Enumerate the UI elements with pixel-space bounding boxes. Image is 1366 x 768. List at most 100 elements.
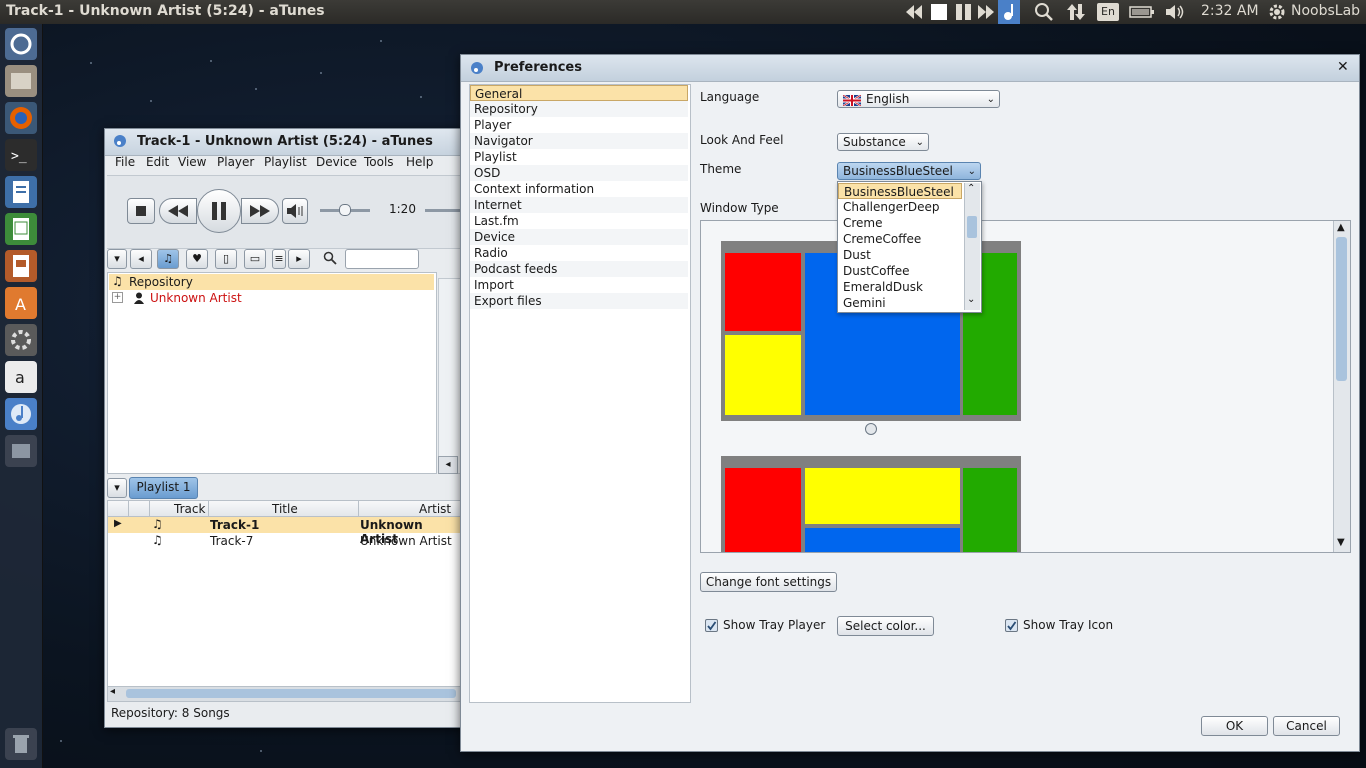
playlist-tab[interactable]: Playlist 1 [129, 477, 198, 499]
expand-icon[interactable]: + [112, 292, 123, 303]
stop-icon[interactable] [929, 2, 949, 22]
nav-device[interactable]: Device [470, 229, 688, 245]
menu-device[interactable]: Device [316, 155, 357, 169]
select-color-button[interactable]: Select color... [837, 616, 934, 636]
language-select[interactable]: English ⌄ [837, 90, 1000, 108]
calc-icon[interactable] [5, 213, 37, 245]
trash-icon[interactable] [5, 728, 37, 760]
gear-icon[interactable] [1268, 2, 1286, 22]
nav-player[interactable]: Player [470, 117, 688, 133]
menu-edit[interactable]: Edit [146, 155, 169, 169]
show-tray-icon-checkbox[interactable] [1005, 619, 1018, 632]
vertical-scrollbar[interactable]: ▲ ▼ [1333, 221, 1350, 552]
podcast-view-button[interactable]: ≡ [272, 249, 286, 269]
scrollbar-thumb[interactable] [1336, 237, 1347, 381]
nav-navigator[interactable]: Navigator [470, 133, 688, 149]
favorites-view-button[interactable]: ♥ [186, 249, 208, 269]
menu-player[interactable]: Player [217, 155, 254, 169]
user-name[interactable]: NoobsLab [1291, 3, 1360, 23]
menu-view[interactable]: View [178, 155, 206, 169]
theme-option[interactable]: ChallengerDeep [838, 199, 962, 215]
column-title[interactable]: Title [272, 502, 298, 516]
menu-playlist[interactable]: Playlist [264, 155, 307, 169]
stop-button[interactable] [127, 198, 155, 224]
software-center-icon[interactable]: A [5, 287, 37, 319]
tree-row-repository[interactable]: ♫ Repository [109, 274, 434, 290]
theme-select[interactable]: BusinessBlueSteel ⌄ [837, 162, 981, 180]
layout-radio-1[interactable] [865, 423, 877, 435]
radio-view-button[interactable]: ▭ [244, 249, 266, 269]
scroll-left-button[interactable]: ◂ [110, 686, 115, 697]
nav-podcast-feeds[interactable]: Podcast feeds [470, 261, 688, 277]
previous-button[interactable] [159, 198, 197, 224]
workspace-icon[interactable] [5, 435, 37, 467]
writer-icon[interactable] [5, 176, 37, 208]
dropdown-scrollbar-thumb[interactable] [967, 216, 977, 238]
scroll-left-button[interactable]: ◂ [438, 456, 458, 474]
nav-osd[interactable]: OSD [470, 165, 688, 181]
close-icon[interactable]: ✕ [1337, 59, 1349, 75]
network-icon[interactable] [1066, 2, 1086, 22]
nav-lastfm[interactable]: Last.fm [470, 213, 688, 229]
clock[interactable]: 2:32 AM [1201, 3, 1259, 23]
chevron-down-icon[interactable]: ⌄ [967, 294, 975, 305]
view-selector-dropdown[interactable]: ▾ [107, 249, 127, 269]
change-font-settings-button[interactable]: Change font settings [700, 572, 837, 592]
previous-track-icon[interactable] [904, 2, 924, 22]
menu-tools[interactable]: Tools [364, 155, 394, 169]
volume-button[interactable] [282, 198, 308, 224]
cancel-button[interactable]: Cancel [1273, 716, 1340, 736]
next-view-button[interactable]: ▸ [288, 249, 310, 269]
atunes-tray-icon[interactable] [998, 0, 1020, 24]
pause-icon[interactable] [954, 2, 974, 22]
dash-icon[interactable] [5, 28, 37, 60]
files-icon[interactable] [5, 65, 37, 97]
show-tray-player-checkbox[interactable] [705, 619, 718, 632]
scroll-down-icon[interactable]: ▼ [1337, 537, 1345, 548]
menu-file[interactable]: File [115, 155, 135, 169]
playlist-row[interactable]: ▶ ♫ Track-1 Unknown Artist [108, 517, 464, 546]
tree-row-artist[interactable]: + Unknown Artist [109, 290, 434, 306]
theme-option[interactable]: Gemini [838, 295, 962, 311]
collapse-button[interactable]: ◂ [130, 249, 152, 269]
dropdown-scrollbar[interactable]: ⌃ ⌄ [964, 183, 980, 310]
navigator-search-input[interactable] [345, 249, 419, 269]
search-icon[interactable] [1034, 2, 1054, 22]
keyboard-layout-indicator[interactable]: En [1097, 3, 1119, 21]
nav-export-files[interactable]: Export files [470, 293, 688, 309]
horizontal-scrollbar[interactable]: ◂ [107, 686, 465, 702]
theme-option[interactable]: EmeraldDusk [838, 279, 962, 295]
firefox-icon[interactable] [5, 102, 37, 134]
scroll-up-icon[interactable]: ▲ [1337, 222, 1345, 233]
next-track-icon[interactable] [976, 2, 996, 22]
device-view-button[interactable]: ▯ [215, 249, 237, 269]
theme-option[interactable]: CremeCoffee [838, 231, 962, 247]
battery-icon[interactable] [1129, 2, 1155, 22]
scrollbar-thumb[interactable] [126, 689, 456, 698]
nav-import[interactable]: Import [470, 277, 688, 293]
column-track[interactable]: Track [174, 502, 205, 516]
column-artist[interactable]: Artist [419, 502, 451, 516]
nav-general[interactable]: General [470, 85, 688, 101]
menu-help[interactable]: Help [406, 155, 433, 169]
nav-repository[interactable]: Repository [470, 101, 688, 117]
nav-internet[interactable]: Internet [470, 197, 688, 213]
theme-option[interactable]: DustCoffee [838, 263, 962, 279]
settings-icon[interactable] [5, 324, 37, 356]
volume-slider-thumb[interactable] [339, 204, 351, 216]
volume-icon[interactable] [1164, 2, 1186, 22]
progress-slider[interactable] [425, 209, 461, 212]
ok-button[interactable]: OK [1201, 716, 1268, 736]
next-button[interactable] [241, 198, 279, 224]
playlist-row[interactable]: ♫ Track-7 Unknown Artist [108, 533, 464, 549]
theme-option[interactable]: BusinessBlueSteel [838, 183, 962, 199]
layout-preview-2[interactable] [721, 456, 1021, 552]
chevron-up-icon[interactable]: ⌃ [967, 183, 975, 194]
playlist-menu-dropdown[interactable]: ▾ [107, 478, 127, 498]
nav-playlist[interactable]: Playlist [470, 149, 688, 165]
terminal-icon[interactable]: >_ [5, 139, 37, 171]
preferences-titlebar[interactable]: Preferences ✕ [461, 55, 1359, 82]
repository-view-button[interactable]: ♫ [157, 249, 179, 269]
theme-option[interactable]: Creme [838, 215, 962, 231]
amazon-icon[interactable]: a [5, 361, 37, 393]
